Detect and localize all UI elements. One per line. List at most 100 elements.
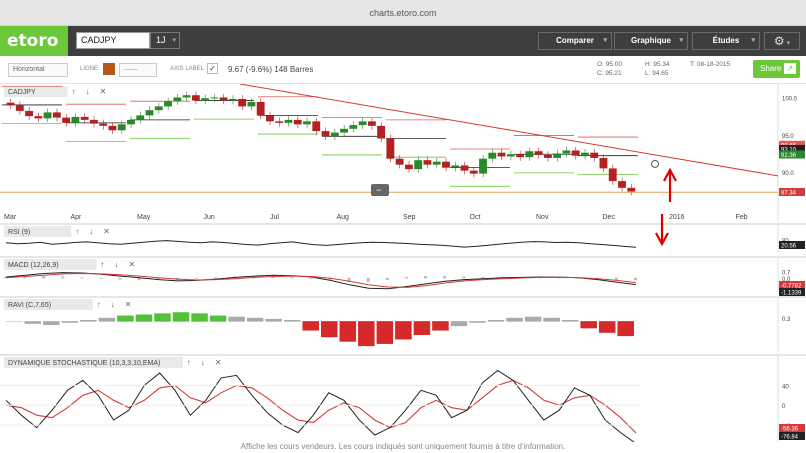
ravi-bar — [61, 321, 79, 323]
ohlc-open-close: O: 95.00 C: 95.21 — [597, 60, 622, 78]
line-style-select[interactable]: —— — [119, 63, 157, 77]
ravi-bar — [154, 313, 171, 322]
time-letter: T: — [690, 61, 696, 68]
ravi-bar — [43, 321, 60, 325]
orientation-select[interactable]: Horizontal — [8, 63, 68, 77]
url-text: charts.etoro.com — [369, 8, 437, 18]
chart-type-label: Graphique — [630, 36, 671, 45]
ravi-bar — [209, 315, 227, 322]
candle — [108, 125, 117, 131]
etoro-logo[interactable]: etoro — [0, 26, 68, 56]
timeframe-value: 1J — [156, 35, 166, 45]
candle — [349, 125, 358, 129]
candle — [506, 154, 515, 157]
ravi-bar — [283, 320, 301, 322]
chevron-down-icon: ▾ — [603, 37, 607, 44]
chart-area[interactable]: CADJPY↑↓✕100.095.090.0−93.6693.1092.3687… — [0, 84, 806, 442]
settings-button[interactable]: ⚙ ▾ — [764, 32, 800, 50]
candle — [256, 101, 265, 116]
macd-histogram-bar — [80, 277, 84, 279]
macd-histogram-bar — [309, 277, 313, 279]
browser-url-bar[interactable]: charts.etoro.com — [0, 0, 806, 26]
candle — [117, 124, 126, 131]
candle — [571, 150, 580, 156]
candle — [469, 170, 478, 174]
close-icon: ✕ — [125, 300, 132, 309]
line-color-swatch[interactable] — [103, 63, 115, 75]
arrow-up-annotation — [663, 167, 677, 202]
candle — [136, 115, 145, 120]
arrow-down-icon: ↓ — [201, 358, 205, 367]
candle — [238, 98, 247, 107]
axis-label-label: AXIS LABEL — [170, 66, 205, 72]
candle — [321, 131, 330, 137]
candle — [608, 168, 617, 182]
candle — [293, 119, 302, 125]
macd-histogram-bar — [614, 277, 618, 281]
studies-button[interactable]: Études ▾ — [692, 32, 760, 50]
share-button[interactable]: Share ↗ — [753, 60, 800, 78]
close-value: 95.21 — [605, 70, 622, 77]
close-icon: ✕ — [128, 260, 135, 269]
range-stats: 9.67 (-9.6%) 148 Barres — [228, 65, 314, 74]
time-value: 08-18-2015 — [696, 61, 731, 68]
candle — [191, 95, 200, 101]
rsi-panel-title: RSI (9) — [8, 229, 30, 236]
ravi-panel-title: RAVI (C,7,65) — [8, 302, 51, 309]
macd-signal-line — [5, 272, 637, 288]
x-axis-label: Jun — [204, 214, 215, 221]
line-label: LIGNE — [80, 66, 99, 72]
candle — [442, 161, 450, 168]
macd-histogram-bar — [424, 276, 427, 279]
compare-button[interactable]: Comparer ▾ — [538, 32, 612, 50]
ravi-bar — [487, 320, 505, 322]
y-tick-label: 95.0 — [782, 134, 794, 140]
chart-type-button[interactable]: Graphique ▾ — [614, 32, 688, 50]
x-axis-label: Nov — [536, 214, 549, 221]
candle — [210, 97, 219, 99]
x-axis-label: Oct — [470, 214, 481, 221]
y-tick-label: 100.0 — [782, 96, 798, 102]
ravi-bar — [135, 314, 153, 322]
price-panel-title: CADJPY — [8, 89, 36, 96]
candle — [219, 97, 228, 101]
trend-line — [239, 84, 779, 177]
axis-label-checkbox[interactable]: ✓ — [207, 63, 218, 74]
trendline-handle — [651, 159, 659, 168]
ravi-bar — [506, 317, 523, 322]
candle — [303, 121, 311, 125]
rsi-value-tag: 20.56 — [781, 244, 797, 250]
candle — [590, 152, 599, 158]
candle — [275, 121, 284, 123]
candle — [266, 115, 274, 122]
x-axis-label: Sep — [403, 214, 416, 221]
candle — [201, 98, 210, 101]
candle — [43, 112, 52, 119]
close-icon: ✕ — [215, 358, 222, 367]
ravi-bar — [339, 321, 357, 342]
low-letter: L: — [645, 70, 651, 77]
candle — [89, 119, 98, 124]
candle — [497, 152, 506, 157]
macd-histogram-bar — [404, 276, 408, 279]
candle — [404, 164, 413, 170]
macd-histogram-bar — [42, 276, 46, 279]
candle — [479, 158, 487, 174]
macd-histogram-bar — [118, 277, 122, 280]
close-letter: C: — [597, 70, 604, 77]
share-icon: ↗ — [784, 63, 796, 74]
ravi-bar — [172, 312, 190, 322]
macd-histogram-bar — [634, 277, 637, 281]
ravi-bar — [413, 321, 431, 336]
arrow-up-icon: ↑ — [72, 87, 76, 96]
timeframe-select[interactable]: 1J ▾ — [150, 32, 180, 49]
disclaimer-text: Affiche les cours vendeurs. Les cours in… — [240, 442, 566, 451]
ravi-bar — [6, 321, 23, 322]
price-tag: 87.34 — [781, 190, 797, 196]
macd-histogram-bar — [61, 276, 65, 279]
symbol-input[interactable]: CADJPY — [76, 32, 150, 49]
candle — [15, 104, 24, 111]
chevron-down-icon: ▾ — [751, 37, 755, 44]
candle — [525, 151, 534, 158]
chevron-down-icon: ▾ — [679, 37, 683, 44]
